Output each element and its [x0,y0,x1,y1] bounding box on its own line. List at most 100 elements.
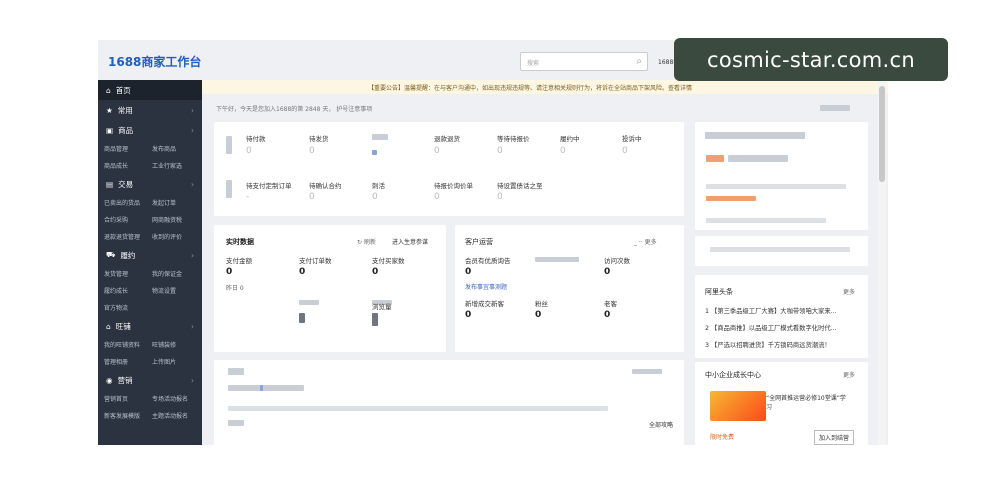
sidebar-link[interactable]: 收到的评价 [152,232,200,241]
search-icon[interactable]: ⌕ [636,56,642,67]
sidebar-section-1[interactable]: ▣ 商品 › [98,120,202,140]
sidebar-row: 我的旺铺资料 旺铺装修 [98,336,202,353]
customer-metric-label: 会员有优质询告 [465,257,511,265]
join-course-button[interactable]: 加入到结营 [814,430,855,445]
headline-text[interactable]: 【商品商推】以品级工厂模式看数字化时代... [711,325,837,332]
customer-more-link[interactable]: _ ·· 更多 [634,237,657,246]
greeting: 下午好，今天是您加入1688的第 2848 天， 护号注意事项 [216,104,372,113]
order-todo-value[interactable]: 0 [309,192,315,202]
app-logo[interactable]: 1688商家工作台 [108,53,201,70]
sidebar-row: 已卖出的货品 发起订单 [98,194,202,211]
order-todo-value[interactable]: - [246,192,249,202]
sidebar-link[interactable]: 主题活动报名 [152,411,200,420]
chevron-right-icon: › [191,179,194,189]
sidebar-link[interactable]: 发布商品 [152,144,200,153]
order-todo-value[interactable]: 0 [497,192,503,202]
headline-item[interactable]: 2 【商品商推】以品级工厂模式看数字化时代... [705,323,837,332]
customer-sub-link[interactable]: 发布事宜事测题 [465,282,507,291]
sidebar-link[interactable]: 管理相册 [104,357,152,366]
growth-title: 中小企业成长中心 [705,371,761,379]
customer-more-label: 更多 [644,239,657,246]
scrollbar-thumb[interactable] [879,86,885,182]
sidebar-link[interactable]: 已卖出的货品 [104,198,152,207]
order-todo-value[interactable]: 0 [434,192,440,202]
sidebar-link[interactable]: 退款退货管理 [104,232,152,241]
shop-stats [706,184,846,189]
headline-text[interactable]: 【严选以招聘进货】千方锁码商远货潮流！ [711,342,831,349]
strategy-center-link[interactable] [632,369,662,374]
customer-metric-value: 0 [535,310,542,320]
notice-bar[interactable]: 【重要公告】温馨提醒：在与客户沟通中，如出现违规违规等、请注意相关规则行为，将诉… [202,80,888,94]
chevron-right-icon: › [191,125,194,135]
sidebar-section-2[interactable]: ▤ 交易 › [98,174,202,194]
growth-banner-image[interactable] [710,391,766,421]
order-todo-label[interactable]: 待确认合约 [309,180,342,190]
sidebar-row: 管理相册 上传图片 [98,353,202,370]
sidebar-link[interactable]: 合约采购 [104,215,152,224]
service-line [710,247,850,252]
greeting-extra[interactable]: 护号注意事项 [336,106,372,113]
order-todo-label[interactable]: 待支付定制订单 [246,180,292,190]
order-stat-label[interactable]: 退款退货 [434,133,460,143]
sidebar-link[interactable]: 网商融资税 [152,215,200,224]
sidebar-link[interactable]: 商品管理 [104,144,152,153]
order-stat-label[interactable]: 待付款 [246,133,266,143]
order-stat-value[interactable]: 0 [309,146,315,156]
sidebar-link[interactable]: 我的旺铺资料 [104,340,152,349]
order-stat-value-obscured[interactable] [372,150,377,155]
customer-metric-label: 新增成交新客 [465,300,504,308]
sidebar-section-4[interactable]: ⌂ 旺铺 › [98,316,202,336]
sidebar-link[interactable]: 发货管理 [104,269,152,278]
sidebar-item-home[interactable]: ⌂ 首页 [98,80,202,100]
sidebar-link[interactable]: 商品成长 [104,161,152,170]
section-icon: ⛟ [106,250,116,259]
realtime-metric-value-obscured [299,313,305,323]
sidebar-link[interactable]: 专场活动报名 [152,394,200,403]
order-stat-label[interactable]: 履约中 [560,133,580,143]
order-stat-label-obscured[interactable] [372,134,388,140]
order-stat-label[interactable]: 投诉中 [622,133,642,143]
growth-more-link[interactable]: 更多 [843,370,855,379]
sidebar-link[interactable]: 物流设置 [152,286,200,295]
enter-advisor-link[interactable]: 进入生意参谋 [392,237,428,246]
order-stat-value[interactable]: 0 [434,146,440,156]
sidebar-row: 商品成长 工业行家选 [98,157,202,174]
sidebar-link[interactable]: 工业行家选 [152,161,200,170]
order-todo-label[interactable]: 待报价询价单 [434,180,473,190]
sidebar-row: 发货管理 我的保证金 [98,265,202,282]
search-input[interactable]: 搜索 ⌕ [520,52,648,71]
order-stat-value[interactable]: 0 [622,146,628,156]
chevron-right-icon: › [191,105,194,115]
realtime-metric-value-obscured [372,316,378,326]
strategy-line [228,385,304,391]
order-stat-value[interactable]: 0 [246,146,252,156]
sidebar-section-3[interactable]: ⛟ 履约 › [98,245,202,265]
order-stat-label[interactable]: 待发货 [309,133,329,143]
sidebar-link[interactable]: 履约成长 [104,286,152,295]
customer-metric-value: 0 [604,267,611,277]
order-stat-label[interactable]: 等待待报价 [497,133,530,143]
order-stat-value[interactable]: 0 [560,146,566,156]
refresh-button[interactable]: ↻ 刷新 [357,237,376,246]
sidebar-link[interactable]: 上传图片 [152,357,200,366]
all-strategy-link[interactable]: 全部攻略 [649,420,673,429]
sidebar-link[interactable]: 我的保证金 [152,269,200,278]
growth-banner-text[interactable]: “全网首推运营必修10堂课”学习 [766,394,846,412]
strategy-mark [260,385,263,391]
order-todo-value[interactable]: 0 [372,192,378,202]
order-todo-label[interactable]: 刺活 [372,180,385,190]
sidebar-link[interactable]: 发起订单 [152,198,200,207]
sidebar-link[interactable]: 新客发展模版 [104,411,152,420]
order-todo-label[interactable]: 待设置债话之至 [497,180,543,190]
headline-item[interactable]: 1 【第三季品级工厂大赛】大咖带领咱大家来... [705,306,837,315]
sidebar-section-0[interactable]: ★ 常用 › [98,100,202,120]
headline-text[interactable]: 【第三季品级工厂大赛】大咖带领咱大家来... [711,308,837,315]
sidebar-link[interactable]: 旺铺装修 [152,340,200,349]
toolbar-icons[interactable] [820,105,850,111]
headline-item[interactable]: 3 【严选以招聘进货】千方锁码商远货潮流！ [705,340,831,349]
sidebar-section-5[interactable]: ◉ 营销 › [98,370,202,390]
sidebar-link[interactable]: 官方物流 [104,303,152,312]
sidebar-link[interactable]: 营销首页 [104,394,152,403]
headlines-more-link[interactable]: 更多 [843,287,855,296]
order-stat-value[interactable]: 0 [497,146,503,156]
